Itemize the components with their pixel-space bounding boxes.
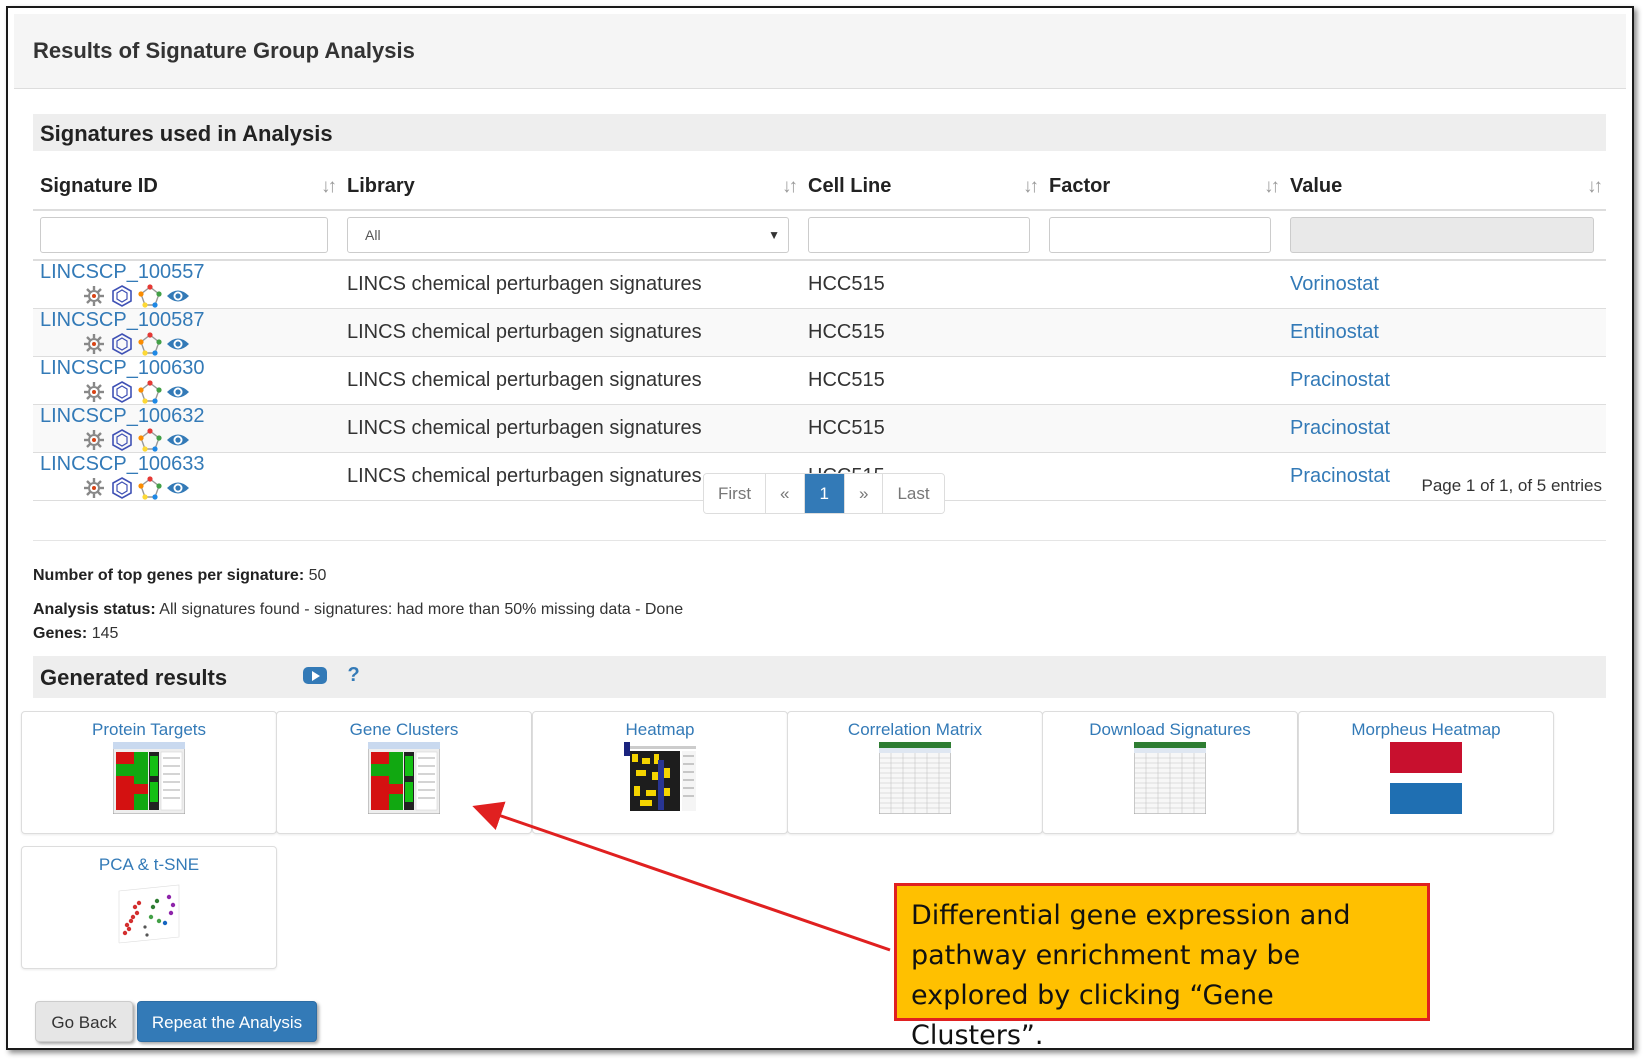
pentagon-network-icon[interactable]	[138, 476, 162, 500]
card-morpheus-heatmap[interactable]: Morpheus Heatmap	[1298, 711, 1554, 834]
table-row: LINCSCP_100630 LINCS chemical perturbagen…	[33, 356, 1606, 405]
table-header-row: Signature ID ↓↑ Library ↓↑ Cell Line ↓↑ Fac…	[33, 164, 1606, 211]
signature-id-link[interactable]: LINCSCP_100633	[40, 453, 205, 475]
library-cell: LINCS chemical perturbagen signatures	[347, 321, 702, 343]
pagination-page-1[interactable]: 1	[804, 474, 845, 513]
caret-down-icon: ▼	[768, 228, 780, 242]
value-link[interactable]: Pracinostat	[1290, 369, 1390, 391]
col-value[interactable]: Value ↓↑	[1283, 164, 1606, 211]
sort-icon[interactable]: ↓↑	[1264, 176, 1280, 198]
eye-icon[interactable]	[166, 428, 190, 452]
factor-filter-input[interactable]	[1049, 217, 1271, 253]
panel-header: Results of Signature Group Analysis	[14, 14, 1626, 89]
card-download-signatures[interactable]: Download Signatures	[1042, 711, 1298, 834]
card-correlation-matrix[interactable]: Correlation Matrix	[787, 711, 1043, 834]
value-link[interactable]: Vorinostat	[1290, 273, 1379, 295]
sort-icon[interactable]: ↓↑	[321, 176, 337, 198]
table-row: LINCSCP_100587 LINCS chemical perturbagen…	[33, 308, 1606, 357]
generated-results-title: Generated results	[40, 665, 228, 690]
card-pca-tsne[interactable]: PCA & t-SNE	[21, 846, 277, 969]
top-genes-info: Number of top genes per signature: 50	[33, 567, 327, 584]
signature-id-link[interactable]: LINCSCP_100632	[40, 405, 205, 427]
gear-icon[interactable]	[82, 428, 106, 452]
hexagon-icon[interactable]	[110, 476, 134, 500]
cell-line-cell: HCC515	[808, 321, 885, 343]
pagination: First « 1 » Last	[703, 473, 945, 514]
library-cell: LINCS chemical perturbagen signatures	[347, 465, 702, 487]
value-filter-input	[1290, 217, 1594, 253]
sort-icon[interactable]: ↓↑	[1023, 176, 1039, 198]
help-icon[interactable]: ?	[347, 664, 359, 687]
value-link[interactable]: Pracinostat	[1290, 417, 1390, 439]
signature-id-filter-input[interactable]	[40, 217, 328, 253]
eye-icon[interactable]	[166, 332, 190, 356]
pagination-next-button[interactable]: »	[844, 474, 884, 513]
pentagon-network-icon[interactable]	[138, 332, 162, 356]
repeat-analysis-button[interactable]: Repeat the Analysis	[137, 1001, 317, 1042]
card-heatmap[interactable]: Heatmap	[532, 711, 788, 834]
heatmap-thumbnail	[113, 742, 185, 814]
col-cell-line[interactable]: Cell Line ↓↑	[801, 164, 1042, 211]
yellow-heatmap-thumbnail	[624, 742, 696, 814]
signature-id-link[interactable]: LINCSCP_100557	[40, 261, 205, 283]
callout-annotation: Differential gene expression and pathway…	[894, 883, 1430, 1051]
card-protein-targets[interactable]: Protein Targets	[21, 711, 277, 834]
card-gene-clusters[interactable]: Gene Clusters	[276, 711, 532, 834]
pagination-first-button[interactable]: First	[704, 474, 767, 513]
cell-line-cell: HCC515	[808, 369, 885, 391]
video-play-icon[interactable]	[303, 667, 327, 684]
gear-icon[interactable]	[82, 284, 106, 308]
eye-icon[interactable]	[166, 380, 190, 404]
library-filter-select[interactable]: All ▼	[347, 217, 789, 253]
morpheus-logo	[1390, 742, 1462, 814]
cell-line-cell: HCC515	[808, 417, 885, 439]
table-row: LINCSCP_100557 LINCS chemical perturbagen…	[33, 260, 1606, 309]
hexagon-icon[interactable]	[110, 332, 134, 356]
sort-icon[interactable]: ↓↑	[1587, 176, 1603, 198]
pentagon-network-icon[interactable]	[138, 428, 162, 452]
col-factor[interactable]: Factor ↓↑	[1042, 164, 1283, 211]
heatmap-thumbnail	[368, 742, 440, 814]
pagination-prev-button[interactable]: «	[766, 474, 805, 513]
eye-icon[interactable]	[166, 284, 190, 308]
spreadsheet-thumbnail	[879, 742, 951, 814]
generated-results-header: Generated results ?	[33, 656, 1606, 698]
gear-icon[interactable]	[82, 476, 106, 500]
library-cell: LINCS chemical perturbagen signatures	[347, 273, 702, 295]
library-cell: LINCS chemical perturbagen signatures	[347, 417, 702, 439]
cell-line-cell: HCC515	[808, 273, 885, 295]
gear-icon[interactable]	[82, 380, 106, 404]
signatures-section-header: Signatures used in Analysis	[33, 114, 1606, 151]
signature-id-link[interactable]: LINCSCP_100630	[40, 357, 205, 379]
table-row: LINCSCP_100632 LINCS chemical perturbagen…	[33, 404, 1606, 453]
go-back-button[interactable]: Go Back	[35, 1001, 133, 1042]
signatures-section-title: Signatures used in Analysis	[40, 121, 333, 146]
eye-icon[interactable]	[166, 476, 190, 500]
page-title: Results of Signature Group Analysis	[33, 38, 415, 63]
hexagon-icon[interactable]	[110, 380, 134, 404]
sort-icon[interactable]: ↓↑	[782, 176, 798, 198]
spreadsheet-thumbnail	[1134, 742, 1206, 814]
value-link[interactable]: Pracinostat	[1290, 465, 1390, 487]
value-link[interactable]: Entinostat	[1290, 321, 1379, 343]
gear-icon[interactable]	[82, 332, 106, 356]
divider	[33, 540, 1606, 541]
cell-line-filter-input[interactable]	[808, 217, 1030, 253]
pentagon-network-icon[interactable]	[138, 380, 162, 404]
pagination-last-button[interactable]: Last	[883, 474, 944, 513]
hexagon-icon[interactable]	[110, 284, 134, 308]
signatures-table: Signature ID ↓↑ Library ↓↑ Cell Line ↓↑ Fac…	[33, 164, 1606, 501]
page-info-text: Page 1 of 1, of 5 entries	[1421, 476, 1602, 495]
filter-row: All ▼	[33, 210, 1606, 261]
col-library[interactable]: Library ↓↑	[340, 164, 801, 211]
pentagon-network-icon[interactable]	[138, 284, 162, 308]
library-cell: LINCS chemical perturbagen signatures	[347, 369, 702, 391]
genes-count-info: Genes: 145	[33, 625, 119, 642]
col-signature-id[interactable]: Signature ID ↓↑	[33, 164, 340, 211]
signature-id-link[interactable]: LINCSCP_100587	[40, 309, 205, 331]
hexagon-icon[interactable]	[110, 428, 134, 452]
scatter-plot-thumbnail	[113, 877, 185, 949]
analysis-status-info: Analysis status: All signatures found - …	[33, 601, 684, 618]
